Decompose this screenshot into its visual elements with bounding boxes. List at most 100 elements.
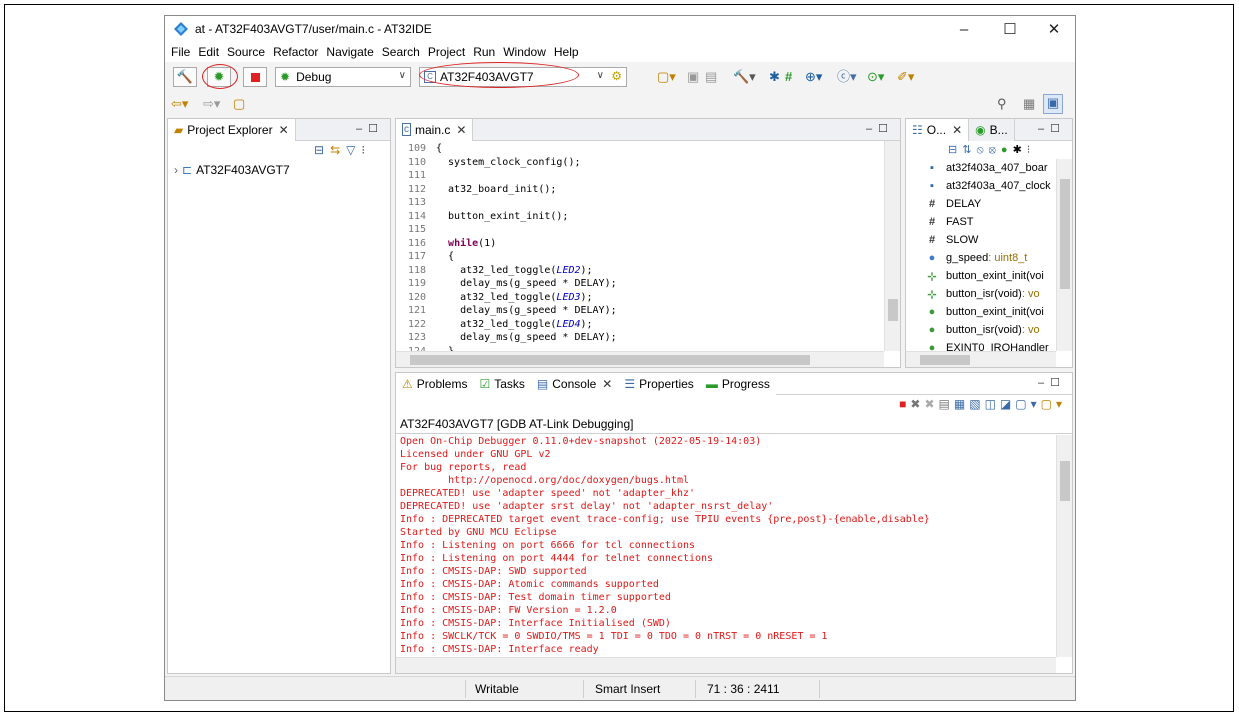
tab-outline[interactable]: ☷ O... ✕ — [906, 119, 970, 141]
menu-source[interactable]: Source — [227, 45, 265, 59]
outline-item[interactable]: ● button_isr(void) : vo — [924, 321, 1040, 339]
collapse-all-icon[interactable]: ⊟ — [948, 144, 962, 156]
close-icon[interactable]: ✕ — [279, 123, 289, 137]
hash-icon[interactable]: # — [785, 69, 792, 85]
view-menu-icon[interactable]: ⁝ — [361, 143, 371, 157]
close-icon[interactable]: ✕ — [456, 123, 466, 137]
stop-button[interactable] — [243, 67, 267, 87]
tab-build-targets[interactable]: ◉ B... — [969, 119, 1015, 141]
menu-help[interactable]: Help — [554, 45, 579, 59]
filter-icon[interactable]: ▽ — [346, 143, 361, 157]
menu-edit[interactable]: Edit — [198, 45, 219, 59]
save-icon[interactable]: ▣ — [687, 69, 699, 85]
tab-main-c[interactable]: c main.c ✕ — [396, 119, 474, 141]
scroll-thumb[interactable] — [1060, 461, 1070, 501]
project-tree-item[interactable]: › ⊏ AT32F403AVGT7 — [174, 163, 290, 177]
run-icon[interactable]: ⊙▾ — [867, 69, 884, 85]
editor-vertical-scrollbar[interactable] — [884, 141, 900, 351]
build-button[interactable]: 🔨 — [173, 67, 197, 87]
minimize-maximize-icon[interactable]: ‒☐ — [1038, 122, 1066, 135]
editor-horizontal-scrollbar[interactable] — [396, 351, 884, 367]
new-class-icon[interactable]: ⊕▾ — [805, 69, 822, 85]
outline-item[interactable]: ▪ at32f403a_407_clock — [924, 177, 1051, 195]
tab-problems[interactable]: ⚠ Problems — [396, 373, 474, 395]
code-line: delay_ms(g_speed * DELAY); — [436, 278, 617, 289]
outline-item-label: DELAY — [946, 198, 982, 210]
forward-icon[interactable]: ⇨▾ — [203, 96, 220, 112]
hide-nonpublic-icon[interactable]: ● — [1001, 144, 1013, 156]
launch-mode-select[interactable]: ✹ Debug ∨ — [275, 67, 411, 87]
outline-item-type: : vo — [1021, 324, 1040, 336]
tab-project-explorer[interactable]: ▰ Project Explorer ✕ — [168, 119, 296, 141]
function-icon: ● — [928, 324, 936, 336]
menu-window[interactable]: Window — [503, 45, 546, 59]
line-number: 115 — [407, 224, 426, 235]
close-icon[interactable]: ✕ — [602, 377, 612, 391]
menu-file[interactable]: File — [171, 45, 190, 59]
search-icon[interactable]: ⚲ — [997, 96, 1007, 112]
sort-icon[interactable]: ⇅ — [962, 144, 976, 156]
outline-item[interactable]: # SLOW — [924, 231, 978, 249]
minimize-maximize-icon[interactable]: ‒☐ — [1038, 376, 1066, 389]
build-config-icon[interactable]: 🔨▾ — [733, 69, 756, 85]
minimize-maximize-icon[interactable]: ‒☐ — [866, 122, 894, 135]
scroll-thumb[interactable] — [920, 355, 970, 365]
hide-fields-icon[interactable]: ⦸ — [976, 144, 988, 156]
scroll-thumb[interactable] — [1060, 179, 1070, 289]
close-button[interactable]: ✕ — [1031, 16, 1075, 42]
hide-static-icon[interactable]: ⦻ — [989, 144, 1001, 156]
menu-search[interactable]: Search — [382, 45, 420, 59]
remove-all-icon[interactable]: ✖ — [924, 397, 938, 411]
outline-item[interactable]: ● button_exint_init(voi — [924, 303, 1044, 321]
outline-item[interactable]: ● g_speed : uint8_t — [924, 249, 1028, 267]
view-menu-icon[interactable]: ⁝ — [1027, 144, 1036, 156]
collapse-all-icon[interactable]: ⊟ — [314, 143, 330, 157]
display-console-icon[interactable]: ◪ — [1000, 397, 1015, 411]
new-file-icon[interactable]: ⓒ▾ — [837, 69, 857, 85]
tasks-icon: ☑ — [479, 376, 491, 391]
save-all-icon[interactable]: ▤ — [705, 69, 717, 85]
menu-refactor[interactable]: Refactor — [273, 45, 318, 59]
settings-icon[interactable]: ✱ — [769, 69, 780, 85]
outline-horizontal-scrollbar[interactable] — [906, 351, 1056, 367]
tab-progress[interactable]: ▬ Progress — [699, 373, 776, 395]
external-tools-icon[interactable]: ✐▾ — [897, 69, 914, 85]
outline-item[interactable]: # DELAY — [924, 195, 981, 213]
outline-item[interactable]: ⊹ button_isr(void) : vo — [924, 285, 1039, 303]
scroll-lock-icon[interactable]: ▤ — [939, 397, 954, 411]
outline-vertical-scrollbar[interactable] — [1056, 159, 1072, 351]
scroll-thumb[interactable] — [888, 299, 898, 321]
scroll-thumb[interactable] — [410, 355, 810, 365]
menu-project[interactable]: Project — [428, 45, 465, 59]
pin-console-icon[interactable]: ◫ — [985, 397, 1000, 411]
tab-properties[interactable]: ☰ Properties — [618, 373, 700, 395]
tab-tasks[interactable]: ☑ Tasks — [473, 373, 531, 395]
tab-console[interactable]: ▤ Console ✕ — [530, 373, 619, 395]
menu-run[interactable]: Run — [473, 45, 495, 59]
new-console-icon[interactable]: ▢▾ — [1015, 397, 1040, 411]
outline-item[interactable]: ⊹ button_exint_init(voi — [924, 267, 1043, 285]
hide-macros-icon[interactable]: ✱ — [1013, 144, 1027, 156]
show-stdout-icon[interactable]: ▦ — [954, 397, 969, 411]
outline-item[interactable]: # FAST — [924, 213, 974, 231]
perspective-icon[interactable]: ▦ — [1023, 96, 1035, 112]
code-area[interactable]: 109 {110 system_clock_config(); 111 112 at3… — [396, 141, 884, 357]
remove-launch-icon[interactable]: ✖ — [910, 397, 924, 411]
link-editor-icon[interactable]: ⇆ — [330, 143, 346, 157]
show-stderr-icon[interactable]: ▧ — [969, 397, 984, 411]
close-icon[interactable]: ✕ — [952, 123, 962, 137]
back-icon[interactable]: ⇦▾ — [171, 96, 188, 112]
terminate-icon[interactable]: ■ — [899, 397, 910, 411]
console-horizontal-scrollbar[interactable] — [396, 657, 1056, 673]
outline-item[interactable]: ▪ at32f403a_407_boar — [924, 159, 1048, 177]
console-output[interactable]: Open On-Chip Debugger 0.11.0+dev-snapsho… — [396, 435, 1056, 657]
maximize-button[interactable]: ☐ — [987, 16, 1033, 42]
console-vertical-scrollbar[interactable] — [1056, 435, 1072, 657]
new-icon[interactable]: ▢▾ — [657, 69, 676, 85]
menu-navigate[interactable]: Navigate — [326, 45, 373, 59]
minimize-button[interactable]: – — [941, 16, 987, 42]
minimize-maximize-icon[interactable]: ‒☐ — [356, 122, 384, 135]
open-console-icon[interactable]: ▢▾ — [1041, 397, 1066, 411]
pin-editor-icon[interactable]: ▢ — [233, 96, 245, 112]
c-perspective-icon[interactable]: ▣ — [1043, 94, 1063, 114]
